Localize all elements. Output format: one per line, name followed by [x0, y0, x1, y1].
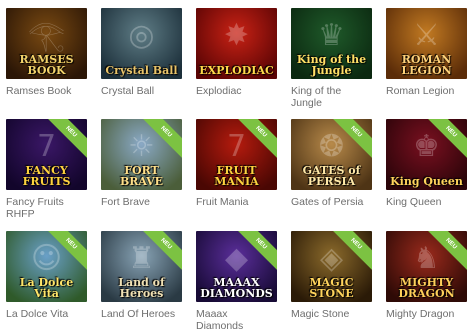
game-title[interactable]: King of the Jungle — [291, 85, 372, 109]
game-thumbnail[interactable]: ☺ La Dolce Vita NEU — [6, 231, 87, 302]
game-title[interactable]: Magic Stone — [291, 308, 372, 320]
game-title[interactable]: Gates of Persia — [291, 196, 372, 208]
game-thumbnail[interactable]: 7 FANCY FRUITS NEU — [6, 119, 87, 190]
game-title[interactable]: Land Of Heroes — [101, 308, 182, 320]
game-tile[interactable]: 7 FRUIT MANIA NEU Fruit Mania — [196, 119, 277, 208]
game-tile[interactable]: ♚ King Queen NEU King Queen — [386, 119, 467, 208]
game-tile[interactable]: ♛ King of the Jungle King of the Jungle — [291, 8, 372, 109]
game-tile[interactable]: ❂ GATES of PERSIA NEU Gates of Persia — [291, 119, 372, 208]
game-logo: FORT BRAVE — [119, 164, 164, 188]
game-logo: RAMSES BOOK — [19, 53, 74, 77]
game-thumbnail[interactable]: ◈ MAGIC STONE NEU — [291, 231, 372, 302]
game-thumbnail[interactable]: ♜ Land of Heroes NEU — [101, 231, 182, 302]
game-title[interactable]: La Dolce Vita — [6, 308, 87, 320]
game-title[interactable]: Fruit Mania — [196, 196, 277, 208]
game-tile[interactable]: ◎ Crystal Ball Crystal Ball — [101, 8, 182, 97]
game-title[interactable]: Maaax Diamonds — [196, 308, 277, 332]
game-thumbnail[interactable]: ◆ MAAAX DIAMONDS NEU — [196, 231, 277, 302]
game-logo: Crystal Ball — [105, 64, 178, 77]
game-title[interactable]: Ramses Book — [6, 85, 87, 97]
game-thumbnail[interactable]: ♞ MIGHTY DRAGON NEU — [386, 231, 467, 302]
game-thumbnail[interactable]: ♛ King of the Jungle — [291, 8, 372, 79]
game-title[interactable]: Roman Legion — [386, 85, 467, 97]
game-logo: ROMAN LEGION — [401, 53, 452, 77]
game-tile[interactable]: ✸ EXPLODIAC Explodiac — [196, 8, 277, 97]
game-art-icon: ✸ — [223, 18, 250, 53]
game-logo: MAAAX DIAMONDS — [200, 276, 273, 300]
game-tile[interactable]: 𓂀 RAMSES BOOK Ramses Book — [6, 8, 87, 97]
game-logo: La Dolce Vita — [19, 276, 74, 300]
game-art-icon: ♛ — [318, 18, 345, 53]
game-thumbnail[interactable]: 7 FRUIT MANIA NEU — [196, 119, 277, 190]
game-thumbnail[interactable]: ◎ Crystal Ball — [101, 8, 182, 79]
game-art-icon: 𓂀 — [27, 18, 66, 53]
game-title[interactable]: Explodiac — [196, 85, 277, 97]
game-art-icon: ⚔ — [413, 18, 440, 53]
game-thumbnail[interactable]: ✸ EXPLODIAC — [196, 8, 277, 79]
game-logo: MIGHTY DRAGON — [398, 276, 455, 300]
game-logo: FANCY FRUITS — [22, 164, 71, 188]
game-logo: EXPLODIAC — [199, 64, 274, 77]
game-logo: Land of Heroes — [118, 276, 165, 300]
game-title[interactable]: Fancy Fruits RHFP — [6, 196, 87, 220]
game-thumbnail[interactable]: ♚ King Queen NEU — [386, 119, 467, 190]
game-thumbnail[interactable]: ☼ FORT BRAVE NEU — [101, 119, 182, 190]
game-logo: King of the Jungle — [296, 53, 367, 77]
game-tile[interactable]: ◈ MAGIC STONE NEU Magic Stone — [291, 231, 372, 320]
game-title[interactable]: Fort Brave — [101, 196, 182, 208]
game-tile[interactable]: ♞ MIGHTY DRAGON NEU Mighty Dragon — [386, 231, 467, 320]
game-title[interactable]: Crystal Ball — [101, 85, 182, 97]
game-logo: GATES of PERSIA — [302, 164, 361, 188]
game-thumbnail[interactable]: ⚔ ROMAN LEGION — [386, 8, 467, 79]
game-tile[interactable]: ♜ Land of Heroes NEU Land Of Heroes — [101, 231, 182, 320]
game-title[interactable]: King Queen — [386, 196, 467, 208]
game-tile[interactable]: ◆ MAAAX DIAMONDS NEU Maaax Diamonds — [196, 231, 277, 332]
game-thumbnail[interactable]: ❂ GATES of PERSIA NEU — [291, 119, 372, 190]
game-logo: King Queen — [390, 175, 463, 188]
game-title[interactable]: Mighty Dragon — [386, 308, 467, 320]
game-tile[interactable]: 7 FANCY FRUITS NEU Fancy Fruits RHFP — [6, 119, 87, 220]
game-thumbnail[interactable]: 𓂀 RAMSES BOOK — [6, 8, 87, 79]
game-tile[interactable]: ☺ La Dolce Vita NEU La Dolce Vita — [6, 231, 87, 320]
game-art-icon: ◎ — [128, 18, 155, 53]
game-logo: MAGIC STONE — [309, 276, 354, 300]
game-logo: FRUIT MANIA — [214, 164, 259, 188]
game-tile[interactable]: ⚔ ROMAN LEGION Roman Legion — [386, 8, 467, 97]
game-tile[interactable]: ☼ FORT BRAVE NEU Fort Brave — [101, 119, 182, 208]
